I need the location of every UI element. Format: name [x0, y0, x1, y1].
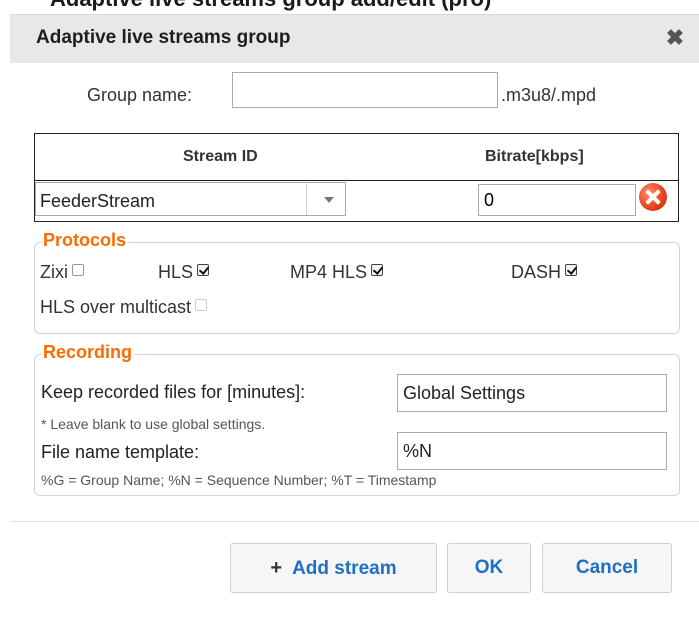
cancel-button[interactable]: Cancel	[542, 543, 672, 593]
protocol-hls-label: HLS	[158, 262, 194, 282]
add-stream-button[interactable]: + Add stream	[230, 543, 437, 593]
ok-button[interactable]: OK	[447, 543, 531, 593]
keep-files-input[interactable]	[397, 374, 667, 412]
protocol-mp4-hls-label: MP4 HLS	[290, 262, 368, 282]
protocol-hls-multicast-checkbox[interactable]	[195, 299, 208, 311]
chevron-down-icon[interactable]	[324, 197, 334, 203]
protocol-dash-label: DASH	[511, 262, 562, 282]
footer-divider	[10, 521, 699, 522]
protocol-mp4-hls-checkbox[interactable]	[371, 264, 384, 276]
recording-legend: Recording	[41, 342, 135, 363]
template-hint: %G = Group Name; %N = Sequence Number; %…	[41, 472, 437, 488]
protocol-hls: HLS	[158, 262, 210, 283]
stream-id-select[interactable]: FeederStream	[35, 182, 346, 216]
close-icon[interactable]: ✖	[663, 26, 687, 50]
keep-files-label: Keep recorded files for [minutes]:	[41, 382, 306, 402]
template-label: File name template:	[41, 442, 200, 462]
stream-id-value: FeederStream	[40, 191, 156, 211]
protocols-fieldset: Protocols Zixi HLS MP4 HLS DASH HLS over…	[34, 230, 680, 334]
add-stream-label: Add stream	[292, 558, 397, 579]
protocol-hls-checkbox[interactable]	[197, 264, 210, 276]
cutoff-title-strip: Adaptive live streams group add/edit (pr…	[0, 0, 699, 14]
dialog-header: Adaptive live streams group ✖	[10, 14, 699, 63]
protocol-dash: DASH	[511, 262, 578, 283]
cutoff-title-text: Adaptive live streams group add/edit (pr…	[50, 0, 491, 12]
group-name-suffix: .m3u8/.mpd	[501, 85, 597, 105]
protocol-mp4-hls: MP4 HLS	[290, 262, 384, 283]
protocol-zixi-label: Zixi	[40, 262, 68, 282]
recording-fieldset: Recording Keep recorded files for [minut…	[34, 342, 680, 496]
protocol-dash-checkbox[interactable]	[565, 264, 578, 276]
header-divider	[35, 180, 678, 181]
group-name-input[interactable]	[232, 72, 498, 108]
protocol-hls-multicast-label: HLS over multicast	[40, 297, 192, 317]
group-name-row: Group name: .m3u8/.mpd	[0, 72, 699, 112]
dialog-title: Adaptive live streams group	[36, 27, 291, 48]
remove-circle-icon[interactable]	[639, 183, 667, 211]
stream-id-header: Stream ID	[183, 148, 258, 165]
protocols-legend: Protocols	[41, 230, 129, 251]
protocol-zixi: Zixi	[40, 262, 84, 283]
bitrate-header: Bitrate[kbps]	[485, 148, 584, 165]
group-name-label: Group name:	[87, 85, 193, 105]
plus-icon: +	[270, 557, 283, 579]
keep-files-hint: * Leave blank to use global settings.	[41, 416, 266, 432]
template-input[interactable]	[397, 432, 667, 470]
protocol-hls-multicast: HLS over multicast	[40, 297, 208, 318]
streams-table: Stream ID Bitrate[kbps] FeederStream	[34, 133, 679, 222]
bitrate-input[interactable]	[478, 184, 636, 216]
protocol-zixi-checkbox[interactable]	[72, 264, 84, 276]
select-divider	[306, 183, 307, 215]
